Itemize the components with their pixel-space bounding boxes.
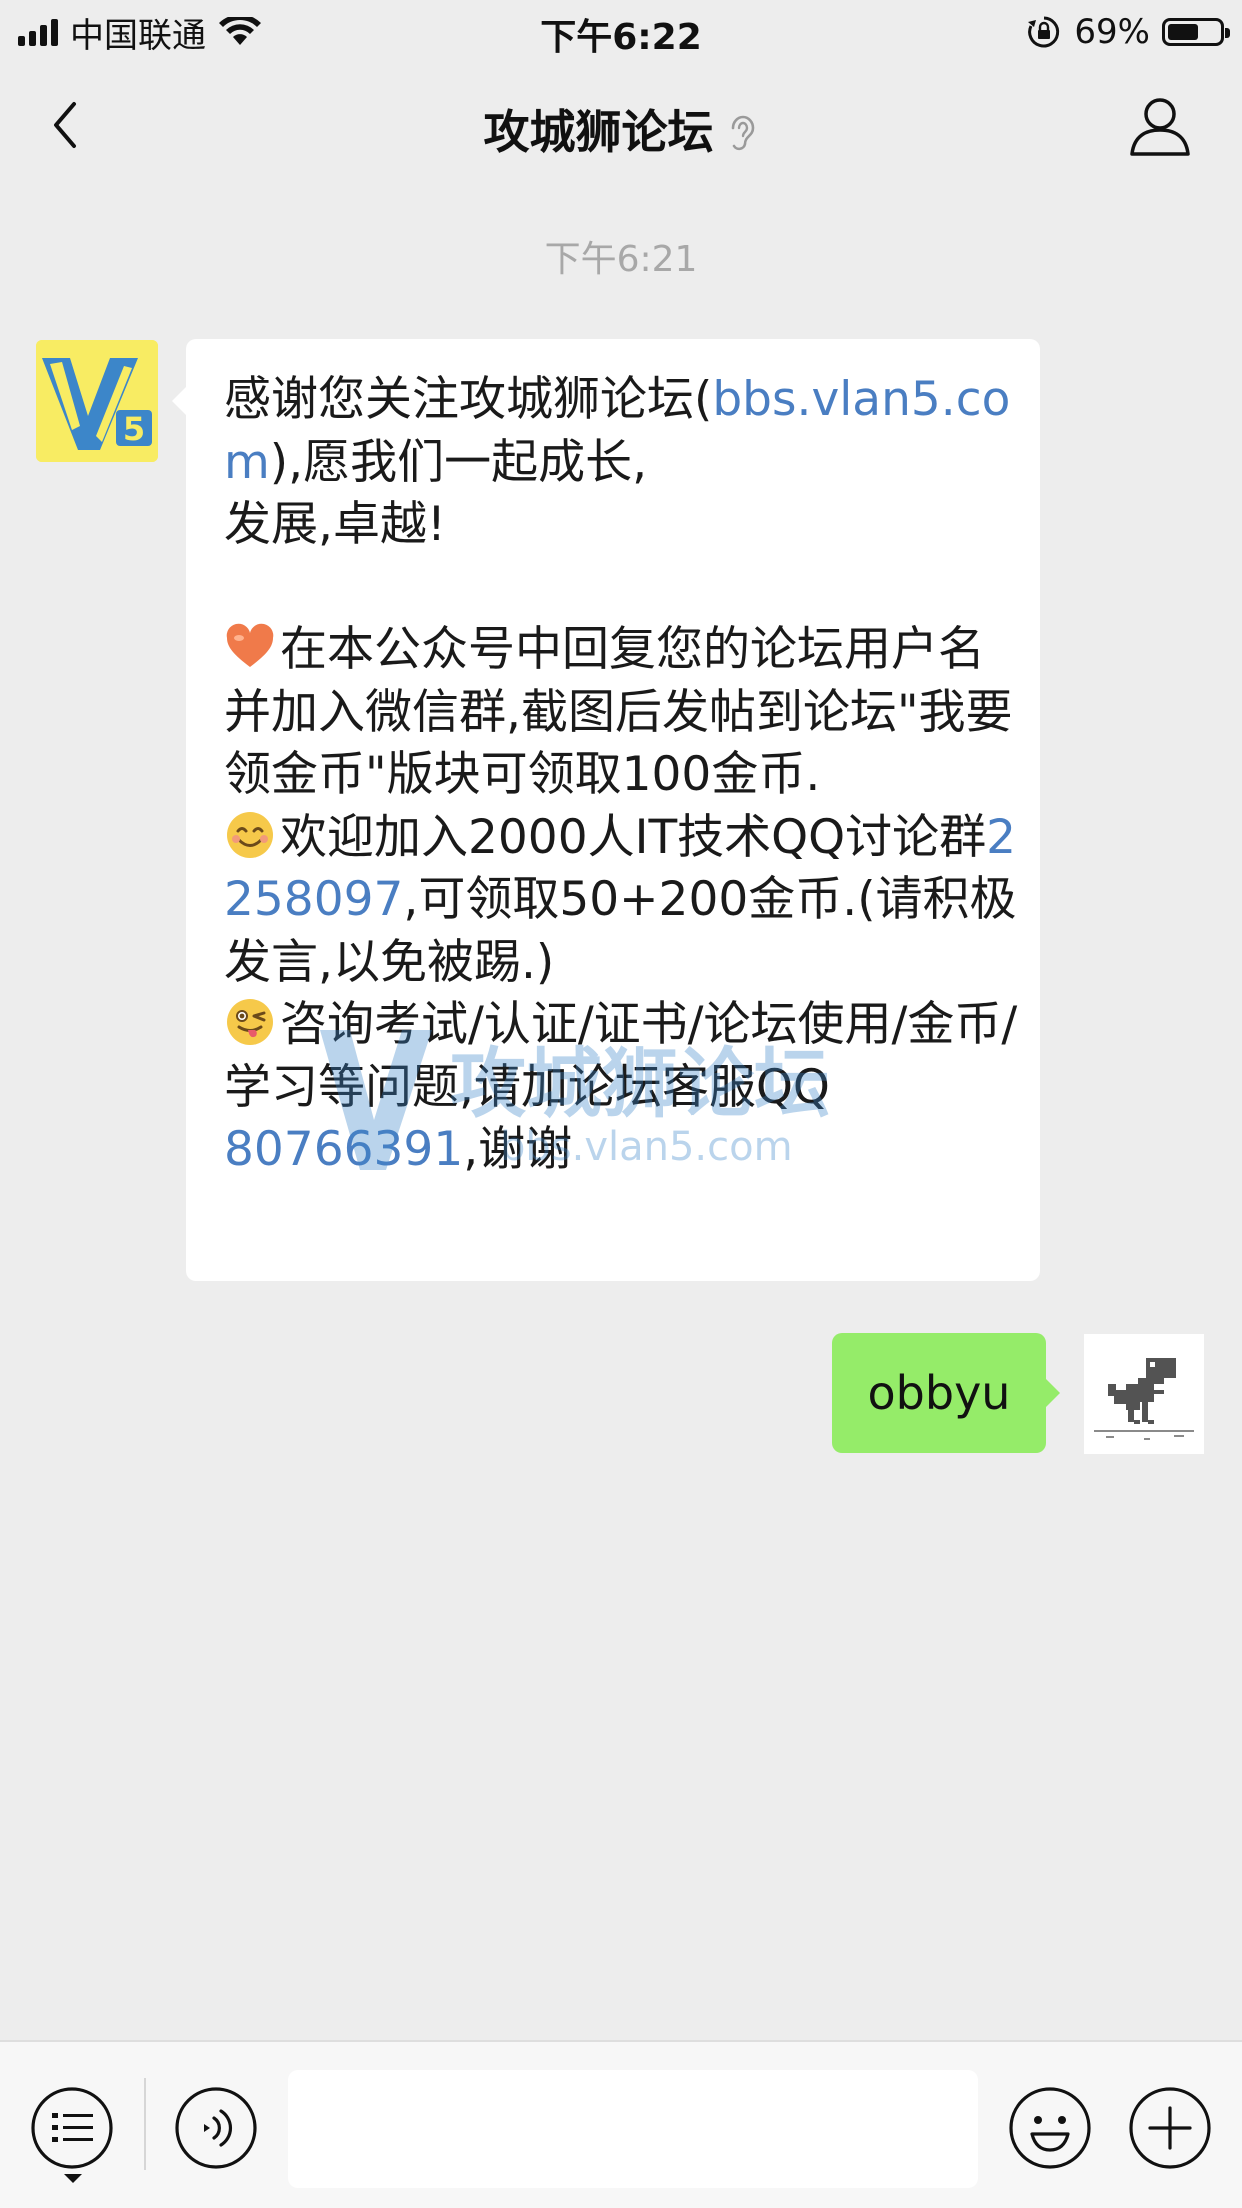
msg-line: 感谢您关注攻城狮论坛( xyxy=(224,372,713,427)
smile-emoji-icon xyxy=(227,811,273,858)
page-title: 攻城狮论坛 xyxy=(483,105,714,159)
v5-logo-icon: 5 xyxy=(36,340,158,462)
emoji-icon[interactable] xyxy=(1008,2086,1092,2170)
dinosaur-icon xyxy=(1084,1334,1204,1454)
battery-percent: 69% xyxy=(1074,12,1150,52)
svg-text:5: 5 xyxy=(123,410,145,448)
outgoing-message-text: obbyu xyxy=(867,1366,1011,1420)
toolbar-divider xyxy=(144,2078,146,2170)
menu-list-icon[interactable] xyxy=(30,2086,114,2170)
status-bar: 中国联通 下午6:22 69% xyxy=(0,0,1242,62)
incoming-message-text: 感谢您关注攻城狮论坛(bbs.vlan5.com),愿我们一起成长, 发展,卓越… xyxy=(224,369,1020,1182)
chat-screen: 中国联通 下午6:22 69% 攻城狮论坛 下午6:21 5 感谢您关注攻城狮论… xyxy=(0,0,1242,2208)
title-area: 攻城狮论坛 xyxy=(0,96,1242,162)
msg-paragraph: 欢迎加入2000人IT技术QQ讨论群 xyxy=(280,809,987,865)
person-icon[interactable] xyxy=(1128,94,1192,158)
voice-icon[interactable] xyxy=(174,2086,258,2170)
message-input[interactable] xyxy=(288,2070,978,2188)
outgoing-message-bubble[interactable]: obbyu xyxy=(832,1333,1060,1453)
status-right: 69% xyxy=(1026,10,1230,54)
ear-icon xyxy=(731,115,754,151)
input-toolbar xyxy=(0,2040,1242,2208)
account-avatar[interactable]: 5 xyxy=(36,340,158,462)
user-avatar[interactable] xyxy=(1084,1334,1204,1454)
heart-emoji-icon xyxy=(226,623,274,667)
wink-tongue-emoji-icon xyxy=(227,999,273,1045)
nav-bar: 攻城狮论坛 xyxy=(0,62,1242,192)
msg-line: ),愿我们一起成长, 发展,卓越! xyxy=(224,434,648,553)
msg-paragraph: 在本公众号中回复您的论坛用户名并加入微信群,截图后发帖到论坛"我要领金币"版块可… xyxy=(224,622,1013,802)
message-timestamp: 下午6:21 xyxy=(544,239,698,280)
battery-icon xyxy=(1162,18,1230,46)
qq-service-link[interactable]: 80766391 xyxy=(224,1122,463,1177)
msg-paragraph: 咨询考试/认证/证书/论坛使用/金币/学习等问题,请加论坛客服QQ xyxy=(224,997,1018,1115)
incoming-message-bubble[interactable]: 感谢您关注攻城狮论坛(bbs.vlan5.com),愿我们一起成长, 发展,卓越… xyxy=(172,339,1040,1281)
rotation-lock-icon xyxy=(1028,16,1060,48)
caret-down-icon xyxy=(64,2174,82,2183)
plus-icon[interactable] xyxy=(1128,2086,1212,2170)
msg-paragraph: ,谢谢 xyxy=(463,1122,573,1177)
